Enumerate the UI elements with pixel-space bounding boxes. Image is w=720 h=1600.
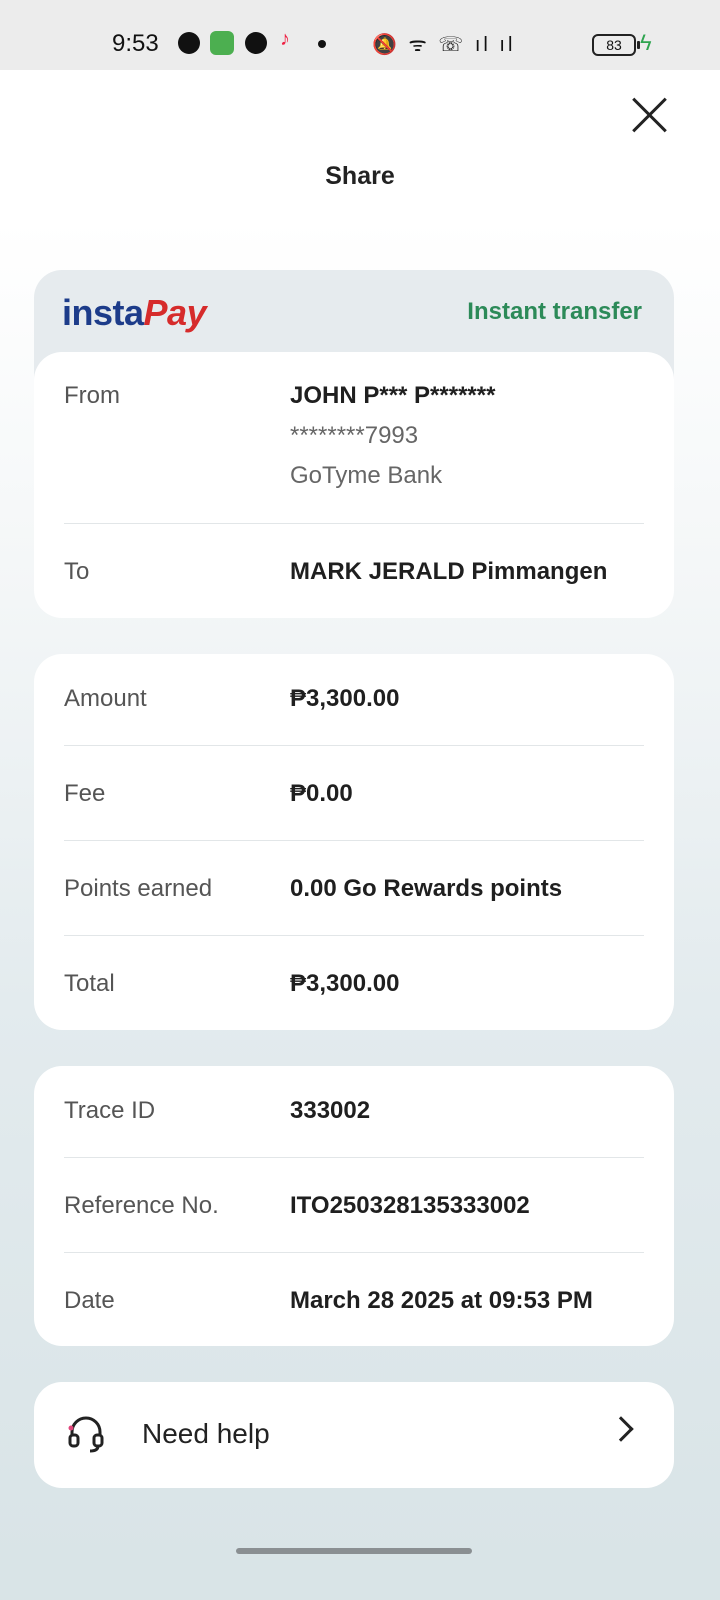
from-label: From xyxy=(64,382,120,409)
status-time: 9:53 xyxy=(112,30,159,57)
charging-icon: ϟ xyxy=(640,30,652,55)
more-notifications-dot-icon xyxy=(318,40,326,48)
chevron-right-icon xyxy=(608,1416,634,1442)
total-value: ₱3,300.00 xyxy=(290,970,400,997)
transfer-type-label: Instant transfer xyxy=(467,298,642,325)
total-label: Total xyxy=(64,970,115,997)
divider xyxy=(64,745,644,746)
divider xyxy=(64,523,644,524)
close-icon[interactable] xyxy=(628,92,672,136)
trace-label: Trace ID xyxy=(64,1097,156,1124)
from-name: JOHN P*** P******* xyxy=(290,382,496,409)
trace-value: 333002 xyxy=(290,1097,371,1124)
battery-icon: 83 xyxy=(592,34,640,56)
home-indicator[interactable] xyxy=(236,1548,472,1554)
date-label: Date xyxy=(64,1287,115,1314)
messenger-icon xyxy=(178,32,200,54)
status-bar: 9:53 ♪ 🔕 ᯤ ☏ ıl ıl 83 ϟ xyxy=(0,0,720,70)
need-help-label: Need help xyxy=(142,1418,270,1449)
amount-label: Amount xyxy=(64,685,147,712)
divider xyxy=(64,840,644,841)
app-notification-icon-2 xyxy=(245,32,267,54)
need-help-button[interactable]: Need help xyxy=(34,1382,674,1488)
fee-value: ₱0.00 xyxy=(290,780,353,807)
reference-label: Reference No. xyxy=(64,1192,219,1219)
tiktok-icon: ♪ xyxy=(280,28,290,50)
details-card: Trace ID 333002 Reference No. ITO2503281… xyxy=(34,1066,674,1346)
from-account: ********7993 xyxy=(290,422,419,449)
to-name: MARK JERALD Pimmangen xyxy=(290,558,608,585)
app-notification-icon xyxy=(210,31,234,55)
points-label: Points earned xyxy=(64,875,213,902)
amount-value: ₱3,300.00 xyxy=(290,685,400,712)
divider xyxy=(64,1252,644,1253)
parties-card: From JOHN P*** P******* ********7993 GoT… xyxy=(34,352,674,618)
to-label: To xyxy=(64,558,90,585)
divider xyxy=(64,935,644,936)
system-status-icons: 🔕 ᯤ ☏ ıl ıl xyxy=(372,34,516,56)
page-title: Share xyxy=(325,162,395,190)
points-value: 0.00 Go Rewards points xyxy=(290,875,563,902)
instapay-logo: instaPay xyxy=(62,292,207,334)
fee-label: Fee xyxy=(64,780,106,807)
date-value: March 28 2025 at 09:53 PM xyxy=(290,1287,593,1314)
divider xyxy=(64,1157,644,1158)
reference-value: ITO250328135333002 xyxy=(290,1192,530,1219)
amounts-card: Amount ₱3,300.00 Fee ₱0.00 Points earned… xyxy=(34,654,674,1030)
logo-text-pay: Pay xyxy=(143,292,207,333)
from-bank: GoTyme Bank xyxy=(290,462,443,489)
logo-text-insta: insta xyxy=(62,292,144,333)
headset-icon xyxy=(68,1416,104,1453)
